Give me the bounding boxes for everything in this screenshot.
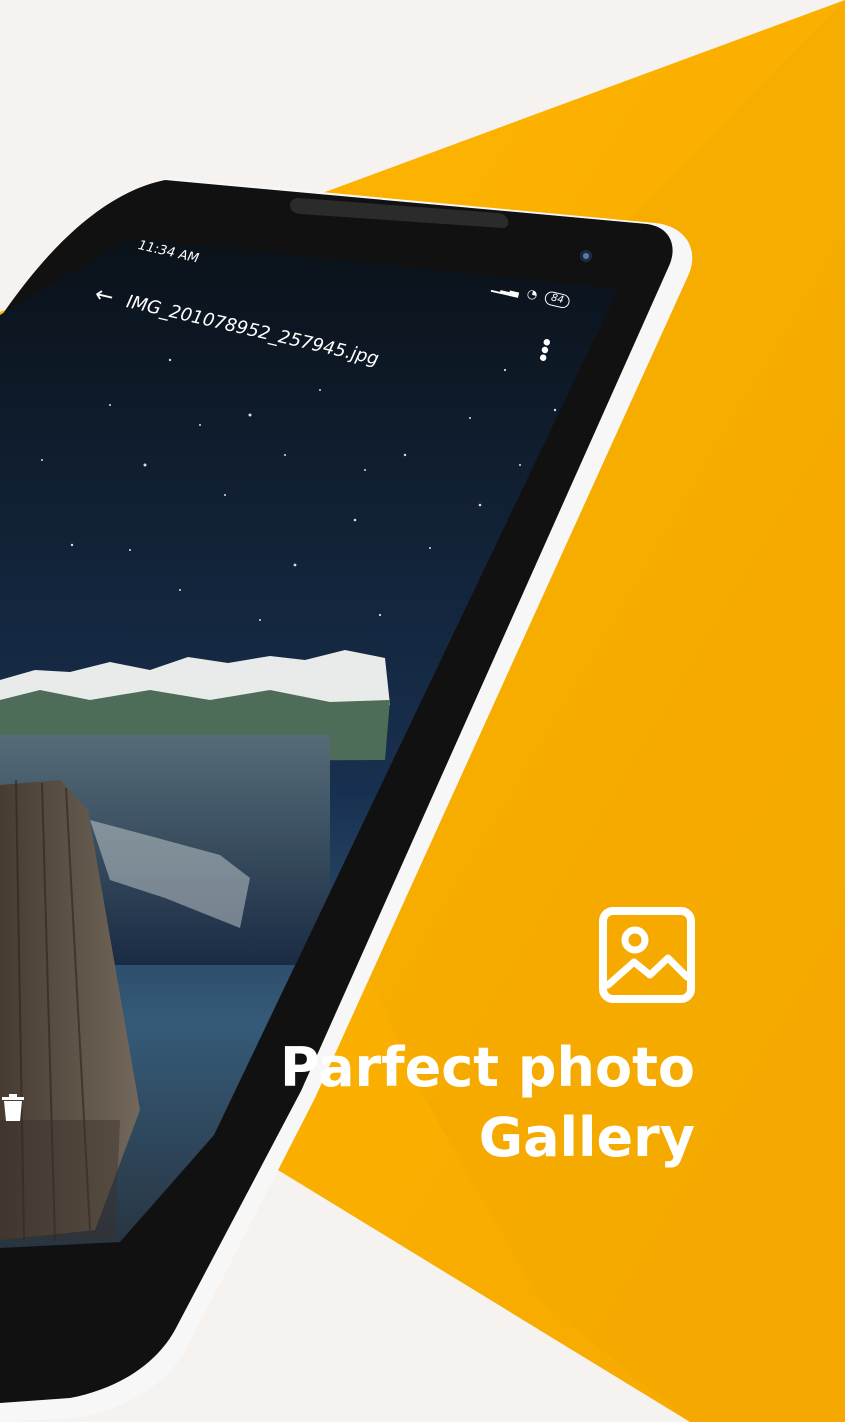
photo-icon [599,907,695,1003]
status-time: 11:34 AM [136,238,201,267]
battery-indicator: 84 [543,290,571,310]
photo-viewer-toolbar: ← IMG_201078952_257945.jpg [92,282,381,372]
promo-headline: Parfect photo Gallery [275,1033,695,1173]
headline-line-1: Parfect photo [279,1036,695,1099]
trash-icon[interactable] [0,1093,26,1123]
promo-text-block: Parfect photo Gallery [275,907,695,1173]
arrow-left-icon[interactable]: ← [92,282,116,311]
status-bar-icons: ▁▂▃ ◔ 84 [490,278,571,310]
phone-mockup: 11:34 AM ← IMG_201078952_257945.jpg ▁▂▃ … [0,0,845,1422]
file-name: IMG_201078952_257945.jpg [124,291,381,370]
signal-icon: ▁▂▃ [490,278,521,298]
wifi-icon: ◔ [525,286,539,303]
headline-line-2: Gallery [478,1106,695,1169]
vertical-dots-icon[interactable]: • • • [534,330,555,373]
